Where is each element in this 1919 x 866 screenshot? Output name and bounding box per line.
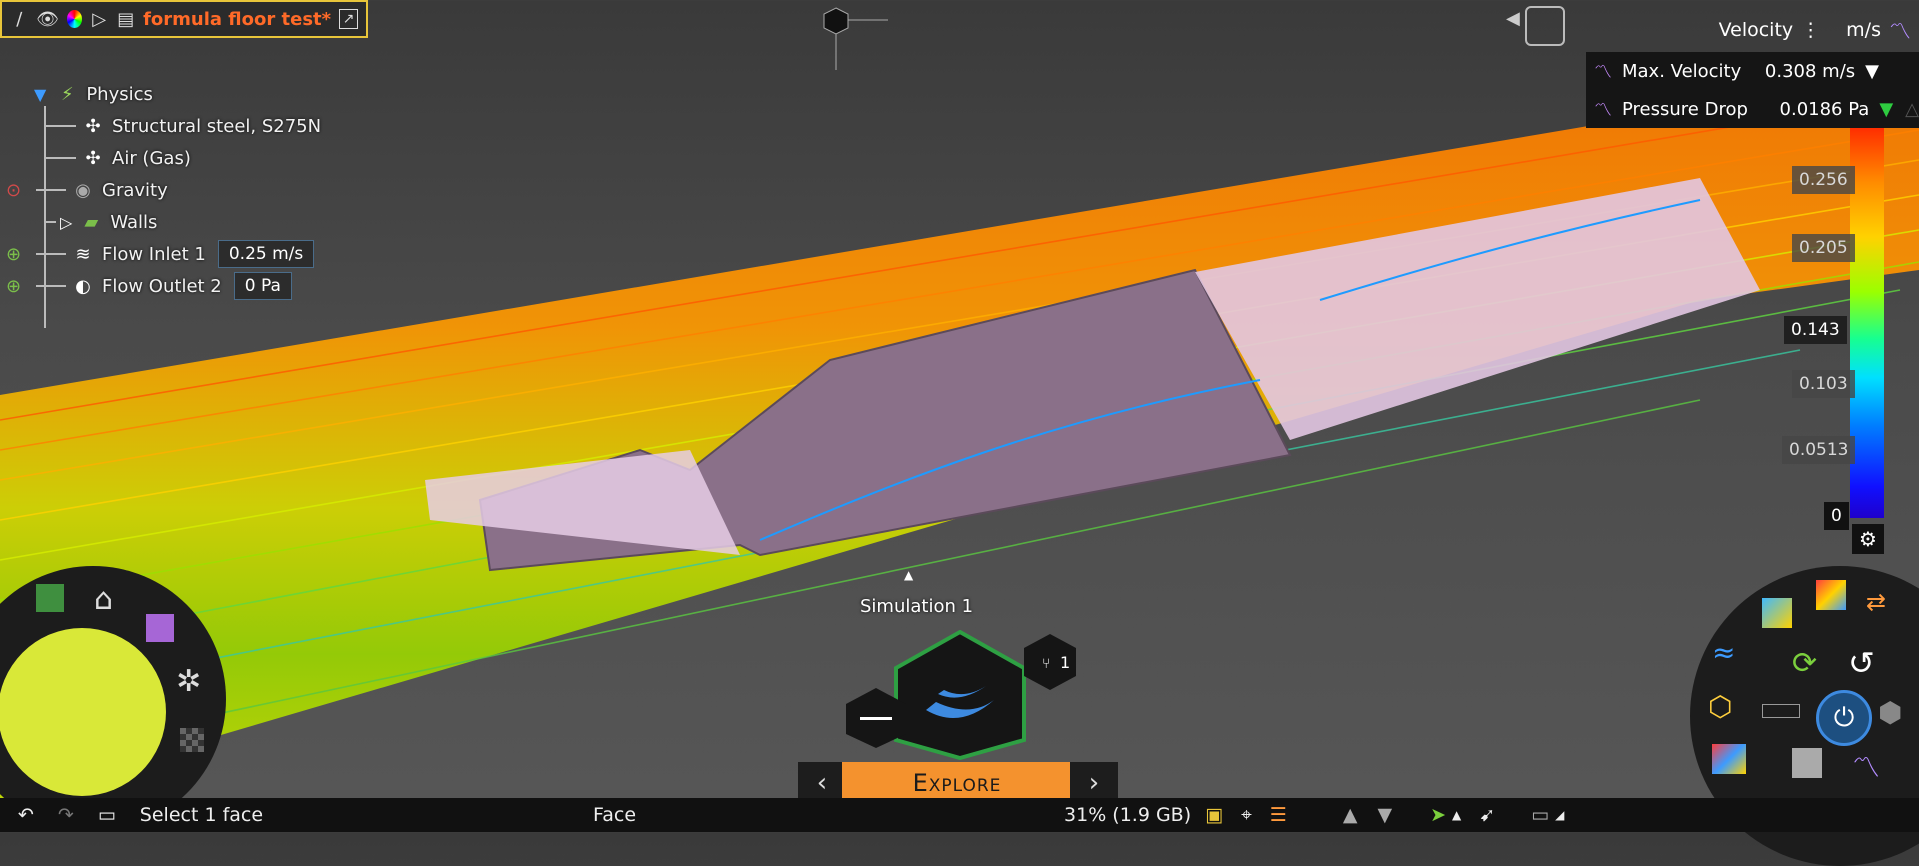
up-triangle-icon[interactable]: △ [1905, 99, 1919, 120]
outlet-icon: ◐ [75, 275, 91, 297]
legend-tick: 0.256 [1792, 166, 1855, 194]
legend-unit[interactable]: m/s [1846, 19, 1881, 41]
mesh-icon[interactable]: ⬢ [1878, 696, 1902, 729]
select-cursor-icon[interactable]: ➤ [1430, 804, 1446, 826]
legend-quantity[interactable]: Velocity [1719, 19, 1794, 41]
play-cycle-icon[interactable]: ⟳ [1792, 646, 1817, 681]
selection-type[interactable]: Face [593, 804, 636, 826]
simulation-label[interactable]: Simulation 1 [860, 596, 973, 617]
material-icon: ✣ [85, 115, 101, 137]
kpi-row-max-velocity[interactable]: 〽 Max. Velocity 0.308 m/s ▼ [1586, 52, 1919, 90]
trend-icon: 〽 [1594, 100, 1612, 121]
kpi-label: Pressure Drop [1622, 98, 1748, 120]
tree-item-steel[interactable]: Structural steel, S275N [112, 116, 321, 137]
legend-tick: 0.0513 [1782, 436, 1856, 464]
gravity-icon: ◉ [75, 179, 91, 201]
orientation-disc[interactable] [0, 628, 166, 796]
chart-icon[interactable]: 〽 [1889, 14, 1911, 46]
surface-plot-icon[interactable] [1712, 744, 1746, 774]
legend-tick: 0.103 [1792, 370, 1855, 398]
status-bar: ↶ ↷ ▭ Select 1 face Face 31% (1.9 GB) ▣ … [0, 798, 1919, 832]
particles-icon[interactable]: ⬡ [1708, 690, 1732, 723]
collapse-left-icon[interactable]: ◀ [1506, 8, 1520, 29]
dropdown-triangle-icon[interactable]: ▼ [1865, 61, 1879, 82]
dropdown-triangle-icon[interactable]: ▼ [1879, 99, 1893, 120]
memory-usage: 31% (1.9 GB) [1064, 804, 1192, 826]
comment-icon[interactable]: ▭ [98, 804, 116, 826]
legend-tick: 0.205 [1792, 234, 1855, 262]
caret-down-icon[interactable]: ◢ [1555, 808, 1564, 822]
wall-icon: ▰ [84, 211, 99, 233]
minus-icon [860, 717, 892, 720]
tree-item-outlet[interactable]: Flow Outlet 2 [102, 276, 222, 297]
gravity-target-icon[interactable]: ⊙ [6, 180, 36, 201]
legend-header: Velocity ⋮ m/s 〽 [1719, 14, 1911, 46]
kpi-value: 0.308 m/s [1764, 60, 1856, 82]
reset-icon[interactable]: ↺ [1848, 644, 1875, 682]
orbit-icon[interactable]: ✲ [176, 664, 201, 699]
eye-icon[interactable]: 👁 [36, 8, 59, 30]
kpi-row-pressure-drop[interactable]: 〽 Pressure Drop 0.0186 Pa ▼ △ [1586, 90, 1919, 128]
ruler-icon[interactable]: ▭ [1531, 804, 1549, 826]
inlet-icon: ≋ [75, 243, 91, 265]
slices-icon[interactable] [1762, 598, 1792, 628]
more-options-icon[interactable]: ⋮ [1801, 19, 1820, 41]
outlet-value-field[interactable]: 0 Pa [233, 272, 292, 300]
outlet-target-icon[interactable]: ⊕ [6, 276, 36, 297]
cube-green-icon[interactable] [36, 584, 64, 612]
physics-toggle-icon[interactable]: ∕ [10, 8, 29, 30]
physics-tree: ▼ ⚡ Physics ✣ Structural steel, S275N ✣ … [0, 78, 340, 368]
color-cube-icon[interactable] [1816, 580, 1846, 610]
exchange-arrows-icon[interactable]: ⇄ [1866, 588, 1886, 616]
cube-purple-icon[interactable] [146, 614, 174, 642]
legend-tick-probe[interactable]: 0.143 [1784, 316, 1847, 344]
down-arrow-icon[interactable]: ▼ [1377, 804, 1392, 826]
top-toolbar: ∕ 👁 ▷ ▤ formula floor test* ↗ [0, 0, 368, 38]
redo-icon[interactable]: ↷ [58, 804, 74, 826]
solid-icon[interactable] [1792, 748, 1822, 778]
branch-icon: ⑂ [1042, 656, 1050, 672]
cursor-rotate-icon[interactable]: ➹ [1479, 804, 1495, 826]
expand-icon[interactable]: ↗ [339, 9, 358, 29]
trend-icon: 〽 [1594, 62, 1612, 83]
pointer-search-icon[interactable]: ⌖ [1241, 804, 1252, 826]
streamline-icon[interactable]: ≈ [1712, 636, 1735, 669]
tree-item-gravity[interactable]: Gravity [102, 180, 168, 201]
caret-up-icon[interactable]: ▲ [1452, 808, 1461, 822]
tree-item-inlet[interactable]: Flow Inlet 1 [102, 244, 206, 265]
view-hex-icon[interactable] [823, 7, 849, 35]
legend-tick: 0 [1824, 502, 1849, 530]
pause-simulation-icon[interactable]: ⏻ [1816, 690, 1872, 746]
kpi-panel: 〽 Max. Velocity 0.308 m/s ▼ 〽 Pressure D… [1586, 52, 1919, 128]
checker-icon[interactable] [180, 728, 204, 752]
document-title[interactable]: formula floor test* [143, 9, 331, 30]
kpi-chart-icon[interactable]: 〽 [1852, 746, 1880, 786]
tree-item-air[interactable]: Air (Gas) [112, 148, 191, 169]
physics-icon: ⚡ [60, 83, 74, 105]
plane-icon[interactable] [1762, 704, 1800, 718]
expand-triangle-icon[interactable]: ▷ [60, 213, 72, 232]
up-arrow-icon[interactable]: ▲ [1343, 804, 1358, 826]
inlet-value-field[interactable]: 0.25 m/s [217, 240, 315, 268]
physics-root-label[interactable]: Physics [86, 84, 153, 105]
branch-count: 1 [1060, 653, 1070, 672]
inlet-target-icon[interactable]: ⊕ [6, 244, 36, 265]
home-icon[interactable]: ⌂ [94, 582, 113, 617]
color-wheel-icon[interactable] [66, 10, 82, 28]
add-view-icon[interactable] [1525, 6, 1565, 46]
gear-icon[interactable]: ⚙ [1852, 524, 1884, 554]
document-icon[interactable]: ▤ [116, 8, 135, 30]
simulation-hex-group: ⑂ 1 [846, 630, 1076, 760]
kpi-label: Max. Velocity [1622, 60, 1742, 82]
list-icon[interactable]: ☰ [1270, 804, 1287, 826]
tree-item-walls[interactable]: Walls [110, 212, 157, 233]
material-icon: ✣ [85, 147, 101, 169]
undo-icon[interactable]: ↶ [18, 804, 34, 826]
status-hint: Select 1 face [139, 804, 264, 826]
up-caret-icon[interactable]: ▲ [904, 568, 913, 582]
play-outline-icon[interactable]: ▷ [90, 8, 109, 30]
export-icon[interactable]: ▣ [1205, 804, 1223, 826]
collapse-triangle-icon[interactable]: ▼ [34, 85, 46, 104]
kpi-value: 0.0186 Pa [1779, 98, 1870, 120]
